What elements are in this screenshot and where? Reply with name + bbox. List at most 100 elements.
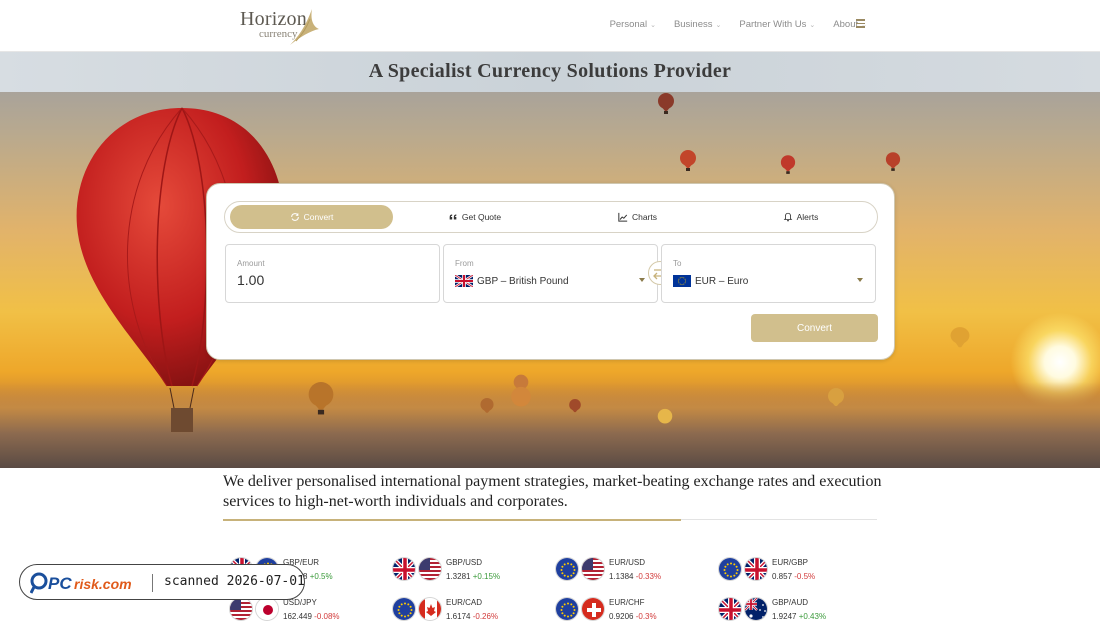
site-header: Horizon currency Personal ⌄ Business ⌄ Par…	[0, 0, 1100, 52]
from-currency-field[interactable]: From GBP – British Pound	[443, 244, 658, 303]
rate-number: 1.3281	[446, 572, 471, 581]
to-label: To	[673, 259, 682, 268]
nav-business-label: Business	[673, 19, 713, 30]
eu-flag-icon	[718, 557, 742, 581]
horizon-currency-logo[interactable]: Horizon currency	[240, 5, 320, 47]
rate-value: 1.1384 -0.33%	[609, 572, 661, 581]
nav-personal-label: Personal	[609, 19, 648, 30]
rate-change: +0.15%	[472, 572, 501, 581]
amount-label: Amount	[237, 259, 265, 268]
rate-item[interactable]: EUR/GBP 0.857 -0.5%	[718, 557, 868, 589]
rate-pair: EUR/CHF	[609, 598, 645, 607]
rate-item[interactable]: EUR/CAD 1.6174 -0.26%	[392, 597, 542, 629]
rate-pair: EUR/CAD	[446, 598, 483, 607]
rate-change: -0.33%	[635, 572, 662, 581]
watermark-separator	[152, 574, 153, 592]
svg-text:PC: PC	[48, 574, 72, 593]
small-balloon	[885, 152, 901, 171]
rate-change: -0.5%	[794, 572, 816, 581]
rate-number: 0.9206	[609, 612, 634, 621]
rate-item[interactable]: USD/JPY 162.449 -0.08%	[229, 597, 379, 629]
page-title: A Specialist Currency Solutions Provider	[368, 60, 732, 82]
hamburger-icon[interactable]	[856, 19, 865, 28]
us-flag-icon	[229, 597, 253, 621]
tab-get-quote[interactable]: Get Quote	[393, 205, 556, 229]
dropdown-arrow-icon	[639, 278, 645, 282]
nav-business[interactable]: Business ⌄	[674, 19, 721, 30]
bird-wing-icon	[290, 9, 319, 45]
intro-description: We deliver personalised international pa…	[223, 473, 882, 510]
chevron-down-icon: ⌄	[809, 22, 816, 29]
bell-icon	[783, 212, 792, 222]
tab-convert-label: Convert	[303, 212, 334, 222]
refresh-icon	[290, 213, 299, 221]
small-balloon	[511, 374, 531, 407]
tab-charts-label: Charts	[631, 212, 658, 222]
small-balloon	[780, 155, 796, 174]
rate-value: 0.857 -0.5%	[772, 572, 815, 581]
rate-value: 1.9247 +0.43%	[772, 612, 826, 621]
rate-number: 0.857	[772, 572, 793, 581]
convert-button[interactable]: Convert	[751, 314, 878, 342]
us-flag-icon	[581, 557, 605, 581]
rate-number: 1.1384	[609, 572, 634, 581]
to-currency-value: EUR – Euro	[695, 275, 749, 287]
nav-about-label: About	[833, 19, 859, 30]
rate-item[interactable]: EUR/CHF 0.9206 -0.3%	[555, 597, 705, 629]
rate-item[interactable]: EUR/USD 1.1384 -0.33%	[555, 557, 705, 589]
converter-tabs: Convert Get Quote Charts Alerts	[224, 201, 878, 233]
eu-flag-icon	[673, 275, 691, 287]
australia-flag-icon	[744, 597, 768, 621]
to-currency-field[interactable]: To EUR – Euro	[661, 244, 876, 303]
rate-value: 162.449 -0.08%	[283, 612, 340, 621]
quote-icon	[449, 214, 457, 220]
svg-text:risk.com: risk.com	[74, 576, 132, 592]
us-flag-icon	[418, 557, 442, 581]
eu-flag-icon	[555, 557, 579, 581]
from-currency-value: GBP – British Pound	[477, 275, 569, 287]
rate-item[interactable]: GBP/AUD 1.9247 +0.43%	[718, 597, 868, 629]
rate-value: 1.3281 +0.15%	[446, 572, 500, 581]
small-balloon	[950, 327, 970, 348]
divider-accent	[223, 519, 681, 521]
pcrisk-logo: PC risk.com	[30, 572, 132, 594]
tab-convert[interactable]: Convert	[230, 205, 393, 229]
main-navigation: Personal ⌄ Business ⌄ Partner With Us ⌄ Abo…	[610, 19, 867, 30]
rate-change: +0.43%	[798, 612, 827, 621]
rate-change: -0.3%	[635, 612, 657, 621]
rate-pair: EUR/USD	[609, 558, 646, 567]
small-balloon	[308, 382, 334, 415]
uk-flag-icon	[718, 597, 742, 621]
chart-icon	[618, 212, 628, 222]
rate-value: 0.9206 -0.3%	[609, 612, 657, 621]
rate-pair: GBP/AUD	[772, 598, 809, 607]
dropdown-arrow-icon	[857, 278, 863, 282]
to-currency-select[interactable]: EUR – Euro	[673, 274, 863, 288]
currency-converter-card: Convert Get Quote Charts Alerts Amount F…	[206, 183, 895, 360]
amount-input[interactable]	[237, 272, 417, 288]
rate-number: 162.449	[283, 612, 312, 621]
chevron-down-icon: ⌄	[715, 22, 722, 29]
amount-field[interactable]: Amount	[225, 244, 440, 303]
nav-personal[interactable]: Personal ⌄	[610, 19, 656, 30]
small-balloon	[569, 399, 581, 413]
small-balloon	[657, 408, 673, 424]
title-band: A Specialist Currency Solutions Provider	[0, 52, 1100, 92]
rate-pair: GBP/USD	[446, 558, 483, 567]
small-balloon	[828, 388, 844, 406]
rate-item[interactable]: GBP/USD 1.3281 +0.15%	[392, 557, 542, 589]
tab-alerts-label: Alerts	[796, 212, 819, 222]
from-currency-select[interactable]: GBP – British Pound	[455, 274, 645, 288]
tab-get-quote-label: Get Quote	[461, 212, 502, 222]
uk-flag-icon	[392, 557, 416, 581]
watermark-text: scanned 2026-07-01	[164, 574, 305, 589]
small-balloon	[680, 150, 696, 171]
uk-flag-icon	[744, 557, 768, 581]
eu-flag-icon	[392, 597, 416, 621]
scan-watermark: PC risk.com scanned 2026-07-01	[19, 564, 305, 600]
rate-number: 1.6174	[446, 612, 471, 621]
tab-alerts[interactable]: Alerts	[719, 205, 882, 229]
rate-change: +0.5%	[309, 572, 333, 581]
nav-partner-with-us[interactable]: Partner With Us ⌄	[739, 19, 815, 30]
tab-charts[interactable]: Charts	[556, 205, 719, 229]
